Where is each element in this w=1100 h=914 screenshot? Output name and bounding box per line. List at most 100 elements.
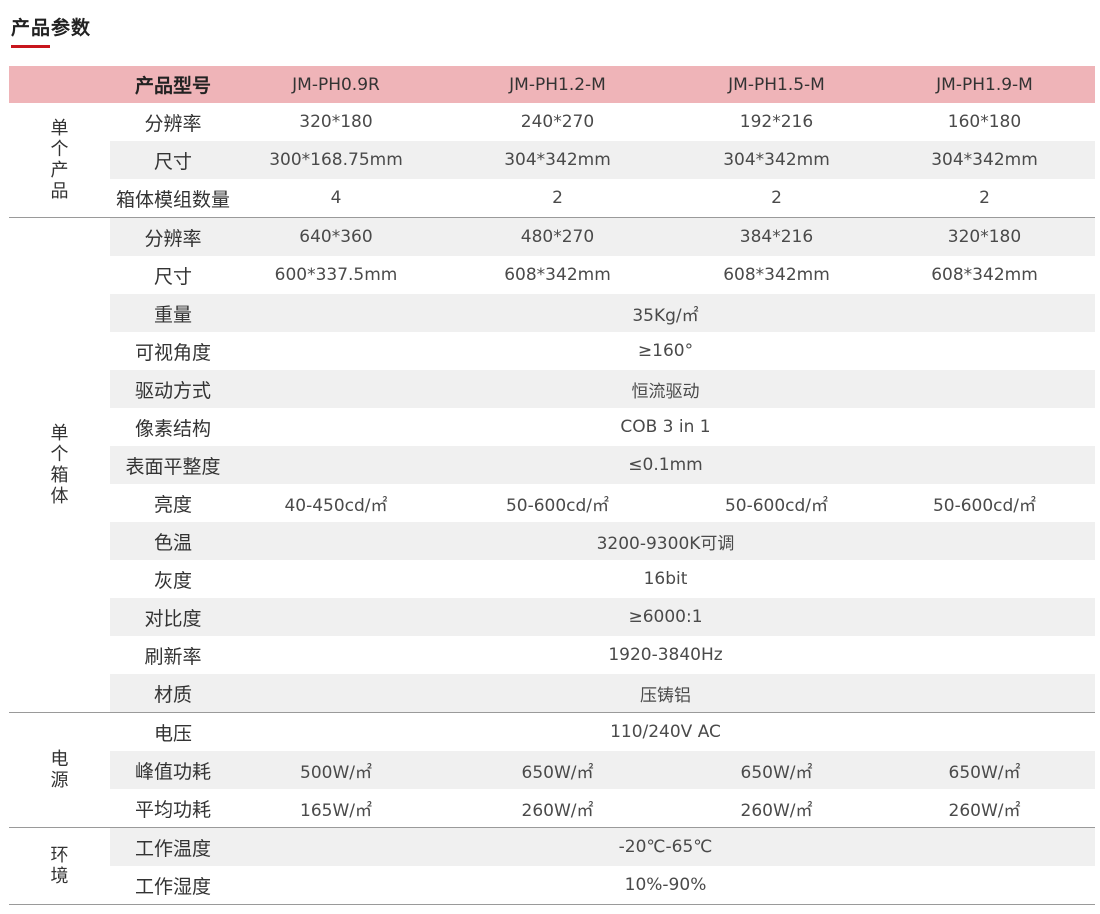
spec-value: 384*216: [679, 217, 874, 256]
table-row: 工作湿度 10%-90%: [9, 866, 1095, 905]
spec-value: 480*270: [436, 217, 679, 256]
group-label-text: 环境: [50, 845, 69, 887]
spec-body: 单个产品 分辨率 320*180 240*270 192*216 160*180 尺寸 300…: [9, 103, 1095, 905]
spec-value: 2: [771, 188, 782, 208]
group-label: 单个产品: [9, 103, 110, 218]
spec-value: 608*342mm: [931, 265, 1038, 285]
spec-value: 650W/㎡: [874, 751, 1095, 789]
spec-value: 650W/㎡: [436, 751, 679, 789]
row-label: 峰值功耗: [110, 751, 236, 789]
spec-value: 608*342mm: [723, 265, 830, 285]
spec-value: 1920-3840Hz: [608, 645, 723, 665]
header-model-label: 产品型号: [134, 75, 211, 97]
table-row: 环境 工作温度 -20℃-65℃: [9, 827, 1095, 905]
spec-value: 320*180: [874, 217, 1095, 256]
group-label-text: 电源: [50, 749, 69, 791]
spec-value: -20℃-65℃: [236, 827, 1095, 866]
table-row: 像素结构 COB 3 in 1: [9, 408, 1095, 446]
spec-table: 产品型号 JM-PH0.9R JM-PH1.2-M JM-PH1.5-M JM-…: [9, 66, 1095, 905]
spec-value: 608*342mm: [504, 265, 611, 285]
header-model: JM-PH1.9-M: [936, 74, 1033, 95]
spec-value: 2: [979, 188, 990, 208]
header-model: JM-PH0.9R: [292, 74, 380, 95]
spec-value: ≥160°: [637, 341, 694, 361]
group-label: 单个箱体: [9, 217, 110, 713]
spec-value: 300*168.75mm: [236, 141, 436, 179]
spec-value: 304*342mm: [679, 141, 874, 179]
spec-value: 4: [330, 188, 342, 208]
table-row: 灰度 16bit: [9, 560, 1095, 598]
table-row: 单个产品 分辨率 320*180 240*270 192*216 160*180: [9, 103, 1095, 218]
spec-value: ≤0.1mm: [236, 446, 1095, 484]
spec-value: 3200-9300K可调: [236, 522, 1095, 560]
row-label: 工作湿度: [110, 866, 236, 905]
spec-value: COB 3 in 1: [620, 417, 711, 437]
row-label: 驱动方式: [110, 370, 236, 408]
table-row: 箱体模组数量 4 2 2 2: [9, 179, 1095, 218]
row-label: 分辨率: [110, 217, 236, 256]
table-row: 尺寸 600*337.5mm 608*342mm 608*342mm 608*342mm: [9, 256, 1095, 294]
table-row: 重量 35Kg/㎡: [9, 294, 1095, 332]
spec-value: 压铸铝: [236, 674, 1095, 713]
row-label: 亮度: [153, 493, 192, 516]
table-row: 峰值功耗 500W/㎡ 650W/㎡ 650W/㎡ 650W/㎡: [9, 751, 1095, 789]
row-label: 箱体模组数量: [115, 188, 230, 211]
table-row: 色温 3200-9300K可调: [9, 522, 1095, 560]
row-label: 对比度: [110, 598, 236, 636]
spec-value: 16bit: [643, 569, 688, 589]
row-label: 像素结构: [134, 417, 211, 440]
group-label-text: 单个产品: [50, 118, 69, 202]
table-row: 电源 电压 110/240V AC: [9, 712, 1095, 828]
spec-value: 320*180: [299, 112, 373, 132]
table-row: 亮度 40-450cd/㎡ 50-600cd/㎡ 50-600cd/㎡ 50-600cd…: [9, 484, 1095, 522]
header-model: JM-PH1.5-M: [728, 74, 825, 95]
table-row: 材质 压铸铝: [9, 674, 1095, 713]
row-label: 尺寸: [153, 265, 192, 288]
spec-value: 50-600cd/㎡: [724, 495, 829, 516]
spec-value: 50-600cd/㎡: [505, 495, 610, 516]
table-row: 刷新率 1920-3840Hz: [9, 636, 1095, 674]
spec-value: 500W/㎡: [236, 751, 436, 789]
spec-value: 2: [552, 188, 563, 208]
spec-value: 50-600cd/㎡: [932, 495, 1037, 516]
table-row: 驱动方式 恒流驱动: [9, 370, 1095, 408]
spec-value: 10%-90%: [236, 866, 1095, 905]
row-label: 刷新率: [144, 645, 202, 668]
row-label: 表面平整度: [110, 446, 236, 484]
spec-value: 160*180: [947, 112, 1022, 132]
spec-value: 260W/㎡: [521, 800, 594, 821]
row-label: 平均功耗: [134, 798, 211, 821]
row-label: 灰度: [153, 569, 192, 592]
table-row: 可视角度 ≥160°: [9, 332, 1095, 370]
table-row: 单个箱体 分辨率 640*360 480*270 384*216 320*180: [9, 217, 1095, 713]
header-model: JM-PH1.2-M: [509, 74, 606, 95]
row-label: 分辨率: [144, 112, 202, 135]
spec-value: 165W/㎡: [300, 800, 372, 821]
spec-value: 260W/㎡: [740, 800, 813, 821]
table-row: 表面平整度 ≤0.1mm: [9, 446, 1095, 484]
spec-value: 35Kg/㎡: [236, 294, 1095, 332]
spec-value: 304*342mm: [436, 141, 679, 179]
row-label: 重量: [110, 294, 236, 332]
group-label-text: 单个箱体: [50, 423, 69, 507]
title-underline: [11, 45, 50, 48]
spec-value: 192*216: [739, 112, 814, 132]
spec-value: 304*342mm: [874, 141, 1095, 179]
row-label: 工作温度: [110, 827, 236, 866]
group-label: 电源: [9, 712, 110, 828]
row-label: 材质: [110, 674, 236, 713]
spec-value: ≥6000:1: [236, 598, 1095, 636]
table-row: 尺寸 300*168.75mm 304*342mm 304*342mm 304*342m…: [9, 141, 1095, 179]
row-label: 尺寸: [110, 141, 236, 179]
spec-value: 640*360: [236, 217, 436, 256]
row-label: 电压: [110, 712, 236, 751]
spec-value: 600*337.5mm: [274, 265, 398, 285]
spec-value: 240*270: [520, 112, 595, 132]
spec-value: 260W/㎡: [948, 800, 1021, 821]
header-group-cell: [9, 66, 110, 103]
table-row: 对比度 ≥6000:1: [9, 598, 1095, 636]
table-row: 平均功耗 165W/㎡ 260W/㎡ 260W/㎡ 260W/㎡: [9, 789, 1095, 828]
row-label: 色温: [110, 522, 236, 560]
header-row: 产品型号 JM-PH0.9R JM-PH1.2-M JM-PH1.5-M JM-…: [9, 66, 1095, 103]
page-title: 产品参数: [11, 17, 92, 39]
